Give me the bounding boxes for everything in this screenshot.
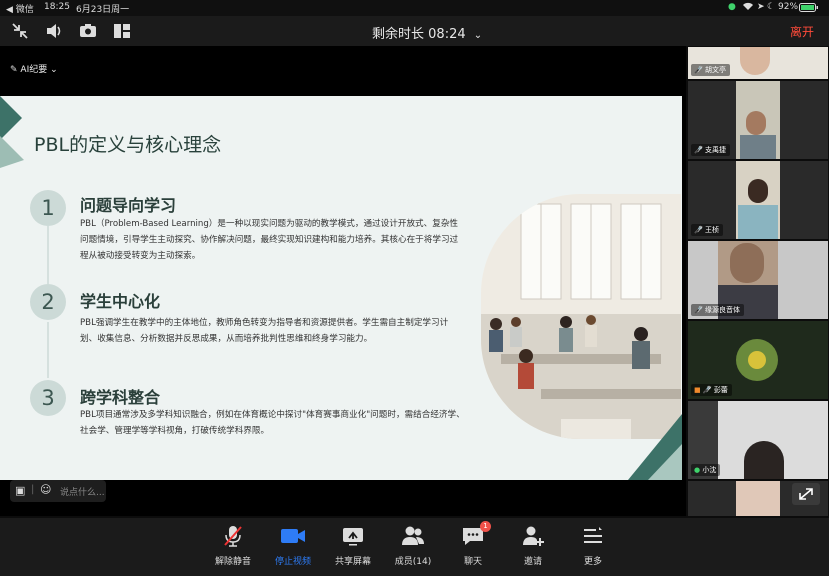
chat-placeholder: 说点什么... — [60, 488, 105, 498]
back-to-wechat[interactable]: ◀ 微信 — [6, 2, 34, 15]
share-screen-icon — [343, 528, 363, 546]
meeting-top-bar: 剩余时长 08:24 ⌄ 离开 — [0, 16, 829, 46]
avatar — [736, 339, 778, 381]
members-button[interactable]: 成员(14) — [383, 524, 443, 567]
collapse-icon[interactable] — [10, 21, 30, 41]
divider: | — [31, 484, 35, 495]
expand-icon[interactable] — [792, 483, 820, 505]
participant-tile[interactable]: 🎤̸ 王桢 — [688, 161, 828, 239]
section-title: 问题导向学习 — [80, 196, 177, 215]
participant-tile[interactable]: 🎤̸ 缘源良音体 — [688, 241, 828, 319]
participant-tile[interactable]: ■ 🎤̸ 彭蕾 — [688, 321, 828, 399]
switch-camera-icon[interactable] — [78, 21, 98, 41]
status-bar: ◀ 微信 18:25 6月23日周一 ● ➤ ☾ 92% — [0, 0, 829, 16]
section-number: 1 — [30, 190, 66, 226]
participant-name: 🎤̸ 支禹捷 — [691, 144, 730, 156]
layout-icon[interactable] — [112, 21, 132, 41]
wifi-icon — [742, 2, 754, 14]
video-feed — [736, 481, 780, 516]
video-icon — [281, 529, 305, 543]
timer-value: 08:24 — [428, 27, 466, 42]
participant-name: 🎤̸ 缘源良音体 — [691, 304, 744, 316]
timeline-line — [47, 226, 49, 284]
chat-button[interactable]: 1 聊天 — [443, 521, 503, 567]
classroom-photo — [481, 194, 681, 439]
participant-tile[interactable]: 🎤̸ 支禹捷 — [688, 81, 828, 159]
meeting-bottom-bar: 解除静音 停止视频 共享屏幕 成员(14) 1 聊天 邀请 更多 — [0, 518, 829, 576]
section-number: 3 — [30, 380, 66, 416]
participant-name: ● 小沈 — [691, 464, 721, 476]
members-icon — [402, 526, 424, 545]
section-body: PBL（Problem-Based Learning）是一种以现实问题为驱动的教… — [80, 219, 459, 261]
location-icon: ➤ — [757, 2, 765, 12]
section-body: PBL强调学生在教学中的主体地位，教师角色转变为指导者和资源提供者。学生需自主制… — [80, 318, 449, 344]
unread-badge: 1 — [480, 521, 491, 532]
mic-muted-icon: 🎤̸ — [694, 146, 703, 154]
ai-notes-button[interactable]: ✎ AI纪要 ⌄ — [10, 62, 58, 75]
video-feed — [736, 81, 780, 159]
invite-button[interactable]: 邀请 — [503, 524, 563, 567]
moon-icon: ☾ — [767, 2, 776, 12]
subtitle-icon[interactable]: ▣ — [15, 484, 25, 497]
section-title: 跨学科整合 — [80, 388, 161, 407]
more-button[interactable]: 更多 — [563, 524, 623, 567]
ai-notes-icon: ✎ — [10, 65, 18, 75]
chevron-down-icon: ⌄ — [50, 65, 58, 75]
chat-quick-input[interactable]: ▣ | ☺ 说点什么... — [10, 480, 106, 502]
mic-muted-icon — [224, 526, 242, 547]
mic-muted-icon: 🎤̸ — [694, 226, 703, 234]
section-body: PBL项目通常涉及多学科知识融合，例如在体育概论中探讨"体育赛事商业化"问题时，… — [80, 410, 465, 436]
participant-name: 🎤̸ 王桢 — [691, 224, 723, 236]
stop-video-button[interactable]: 停止视频 — [263, 524, 323, 567]
participant-name: 🎤̸ 胡文亭 — [691, 64, 730, 76]
leave-button[interactable]: 离开 — [790, 23, 814, 40]
video-feed — [718, 401, 828, 479]
mic-muted-icon: 🎤̸ — [702, 386, 712, 394]
section-title: 学生中心化 — [80, 292, 161, 311]
remaining-time[interactable]: 剩余时长 08:24 ⌄ — [372, 23, 482, 42]
speaker-icon[interactable] — [44, 21, 64, 41]
status-time: 18:25 — [44, 2, 70, 12]
more-icon — [584, 527, 602, 543]
battery-icon — [799, 3, 819, 15]
slide-title: PBL的定义与核心理念 — [34, 134, 222, 156]
mic-muted-icon: 🎤̸ — [694, 306, 703, 314]
unmute-button[interactable]: 解除静音 — [203, 524, 263, 567]
status-date: 6月23日周一 — [76, 5, 130, 15]
chevron-down-icon: ⌄ — [473, 30, 483, 41]
slide-corner-decoration — [628, 414, 682, 480]
battery-percent: 92% — [778, 2, 799, 12]
timer-label: 剩余时长 — [372, 27, 425, 42]
participant-tile[interactable]: 🎤̸ 胡文亭 — [688, 47, 828, 79]
participant-tile[interactable] — [688, 481, 828, 516]
share-screen-button[interactable]: 共享屏幕 — [323, 524, 383, 567]
participant-name: ■ 🎤̸ 彭蕾 — [691, 384, 732, 396]
emoji-icon[interactable]: ☺ — [40, 483, 51, 496]
video-feed — [740, 47, 770, 75]
ai-notes-label: AI纪要 — [20, 65, 48, 75]
host-badge-icon: ■ — [694, 386, 701, 394]
mic-icon: ● — [694, 466, 701, 474]
video-feed — [736, 161, 780, 239]
timeline-line — [47, 322, 49, 378]
invite-icon — [523, 526, 544, 546]
section-number: 2 — [30, 284, 66, 320]
status-indicator-icon: ● — [728, 2, 736, 12]
participant-tile[interactable]: ● 小沈 — [688, 401, 828, 479]
slide-corner-decoration — [0, 96, 24, 168]
presentation-slide: PBL的定义与核心理念 1 问题导向学习 PBL（Problem-Based L… — [0, 96, 682, 480]
mic-muted-icon: 🎤̸ — [694, 66, 703, 74]
